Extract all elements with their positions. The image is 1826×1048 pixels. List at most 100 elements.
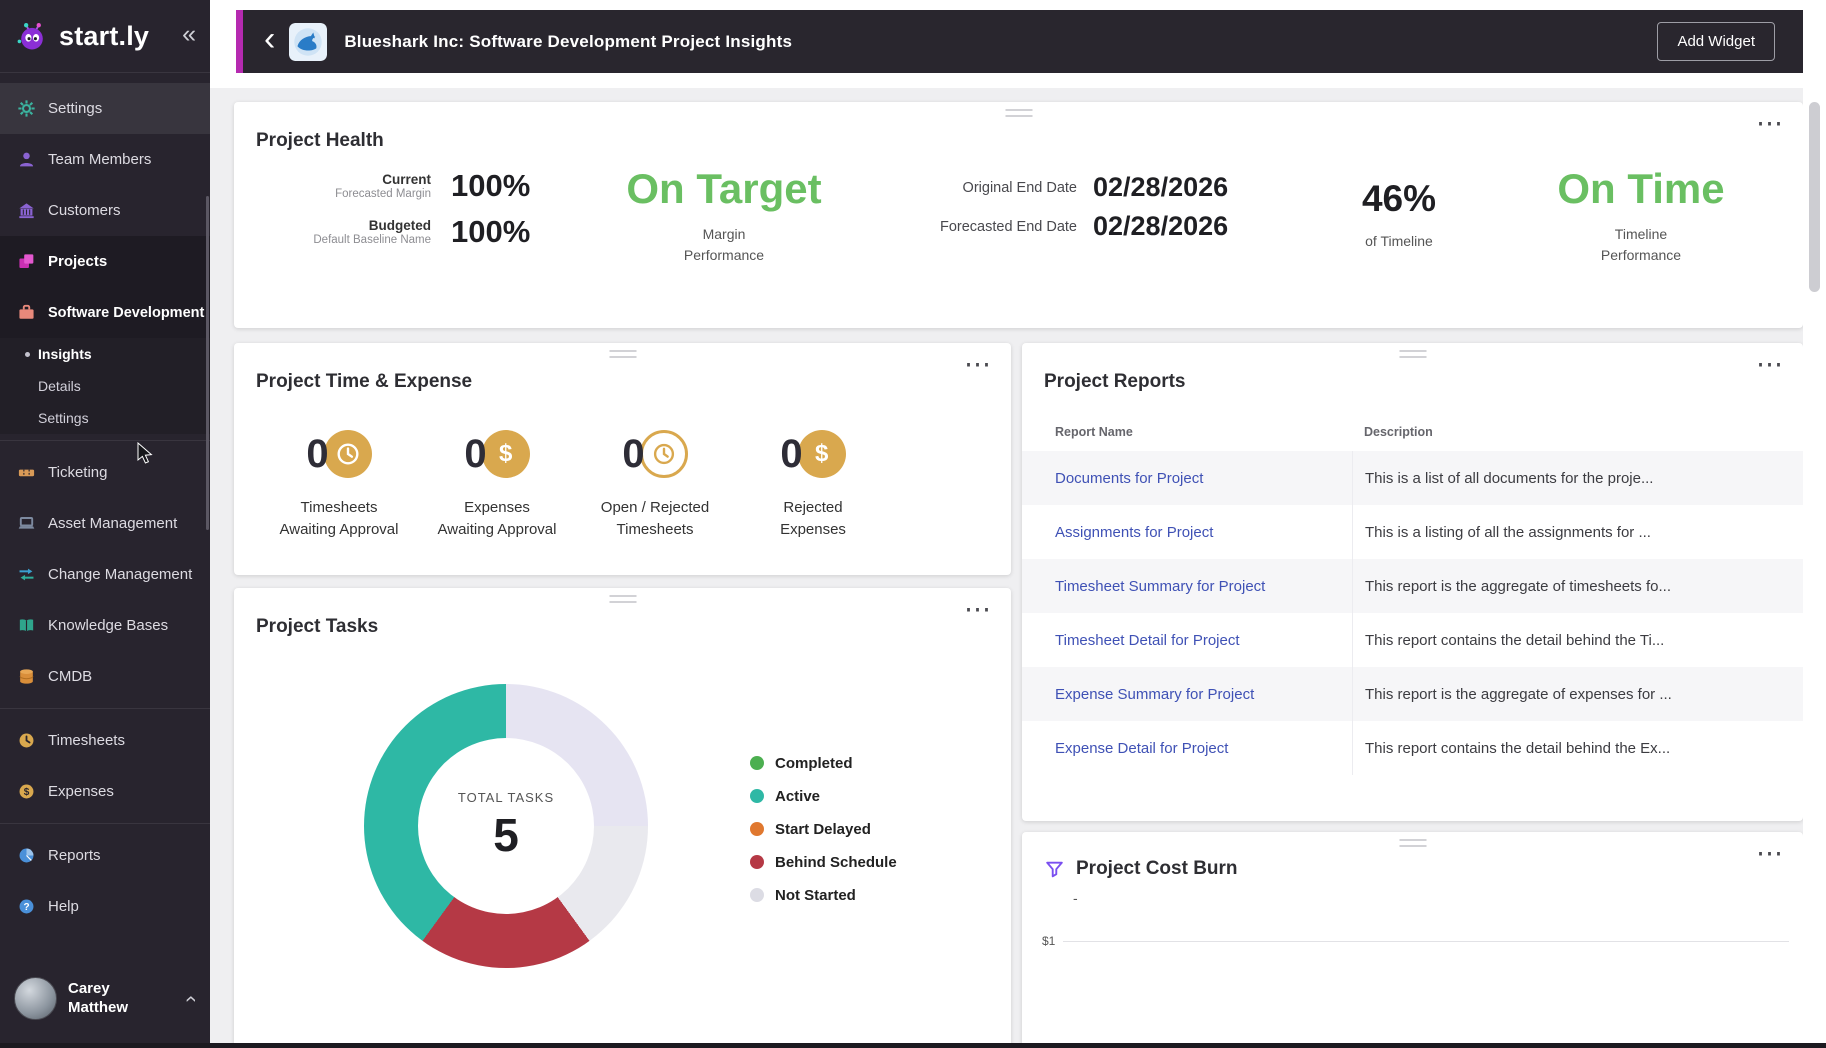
sidebar-subitem-settings[interactable]: Settings — [0, 402, 210, 434]
end-dates: Original End Date 02/28/2026 Forecasted … — [894, 172, 1228, 250]
user-menu[interactable]: Carey Matthew › — [0, 977, 210, 1048]
donut-center-label: TOTAL TASKS — [457, 790, 555, 805]
report-link[interactable]: Timesheet Summary for Project — [1055, 578, 1364, 595]
sidebar-item-change-management[interactable]: Change Management — [0, 549, 210, 600]
metric-value: 100% — [451, 214, 531, 249]
sidebar-scrollbar[interactable] — [206, 196, 209, 530]
drag-handle-icon[interactable] — [609, 595, 636, 603]
sidebar-item-software-development[interactable]: Software Development — [0, 287, 210, 338]
tasks-legend: Completed Active Start Delayed Behind Sc… — [750, 752, 897, 917]
widget-menu-icon[interactable]: ⋯ — [1756, 110, 1783, 137]
sidebar-subitem-insights[interactable]: Insights — [0, 338, 210, 370]
report-link[interactable]: Expense Summary for Project — [1055, 686, 1364, 703]
stat-expenses-awaiting: 0 $ Expenses Awaiting Approval — [422, 427, 572, 541]
percent-caption: of Timeline — [1365, 233, 1433, 249]
sidebar-item-customers[interactable]: Customers — [0, 185, 210, 236]
gear-icon — [16, 99, 36, 119]
window-bottom-edge — [0, 1043, 1826, 1048]
legend-dot — [750, 789, 764, 803]
sidebar-item-knowledge-bases[interactable]: Knowledge Bases — [0, 600, 210, 651]
margin-metrics: Current Forecasted Margin 100% Budgeted … — [260, 168, 530, 260]
sidebar-item-label: Asset Management — [48, 515, 178, 532]
pie-chart-icon — [16, 846, 36, 866]
main-content: ‹ Blueshark Inc: Software Development Pr… — [210, 0, 1803, 1048]
add-widget-button[interactable]: Add Widget — [1657, 22, 1775, 61]
widget-menu-icon[interactable]: ⋯ — [964, 351, 991, 378]
clock-outline-icon — [639, 430, 688, 478]
sidebar-item-label: Customers — [48, 202, 121, 219]
sidebar-subitem-label: Insights — [38, 346, 92, 362]
widget-title: Project Time & Expense — [256, 371, 473, 392]
sidebar-item-projects[interactable]: Projects — [0, 236, 210, 287]
filter-icon[interactable] — [1044, 859, 1065, 880]
sidebar-subitem-label: Settings — [38, 410, 89, 426]
sidebar-item-team-members[interactable]: Team Members — [0, 134, 210, 185]
sidebar-item-timesheets[interactable]: Timesheets — [0, 715, 210, 766]
legend-dot — [750, 855, 764, 869]
svg-text:?: ? — [23, 902, 29, 913]
status-caption: Timeline Performance — [1600, 226, 1682, 263]
scrollbar-thumb[interactable] — [1809, 102, 1820, 292]
time-expense-widget: ⋯ Project Time & Expense 0 Timesheets Aw… — [234, 343, 1011, 575]
sidebar-item-label: Reports — [48, 847, 101, 864]
dollar-icon: $ — [797, 430, 846, 478]
stats-row: 0 Timesheets Awaiting Approval 0 $ Expen… — [264, 427, 888, 541]
header-accent-bar — [236, 10, 243, 73]
metric-sublabel: Forecasted Margin — [335, 188, 431, 201]
date-value: 02/28/2026 — [1093, 172, 1229, 202]
project-health-widget: ⋯ Project Health Current Forecasted Marg… — [234, 102, 1803, 328]
sidebar-item-asset-management[interactable]: Asset Management — [0, 498, 210, 549]
report-link[interactable]: Documents for Project — [1055, 470, 1364, 487]
drag-handle-icon[interactable] — [1005, 109, 1032, 117]
drag-handle-icon[interactable] — [609, 350, 636, 358]
widget-menu-icon[interactable]: ⋯ — [964, 596, 991, 623]
sidebar-item-expenses[interactable]: $ Expenses — [0, 766, 210, 817]
margin-status: On Target Margin Performance — [594, 168, 854, 266]
sidebar-item-help[interactable]: ? Help — [0, 881, 210, 932]
sidebar-item-label: Team Members — [48, 151, 152, 168]
sidebar-item-label: Settings — [48, 100, 103, 117]
table-header: Report Name Description — [1022, 425, 1803, 451]
sidebar-item-reports[interactable]: Reports — [0, 830, 210, 881]
avatar[interactable] — [14, 977, 57, 1020]
drag-handle-icon[interactable] — [1399, 839, 1426, 847]
sidebar-item-ticketing[interactable]: Ticketing — [0, 447, 210, 498]
book-icon — [16, 616, 36, 636]
sidebar-item-cmdb[interactable]: CMDB — [0, 651, 210, 702]
stat-value: 0 — [780, 431, 803, 476]
sidebar-item-label: Projects — [48, 253, 108, 270]
report-description: This is a list of all documents for the … — [1352, 451, 1803, 505]
legend-item-not-started: Not Started — [750, 884, 897, 906]
metric-value: 100% — [451, 168, 531, 203]
widget-menu-icon[interactable]: ⋯ — [1756, 840, 1783, 867]
axis-tick-label: $1 — [1042, 934, 1056, 948]
widget-title: Project Health — [256, 130, 384, 151]
table-row: Expense Detail for Project This report c… — [1022, 721, 1803, 775]
sidebar-item-label: Timesheets — [48, 732, 125, 749]
report-description: This report is the aggregate of timeshee… — [1352, 559, 1803, 613]
widget-menu-icon[interactable]: ⋯ — [1756, 351, 1783, 378]
status-text: On Target — [626, 165, 822, 212]
report-link[interactable]: Expense Detail for Project — [1055, 740, 1364, 757]
metric-label: Budgeted — [368, 217, 431, 233]
back-button[interactable]: ‹ — [264, 22, 275, 56]
legend-dot — [750, 822, 764, 836]
page-scrollbar — [1803, 0, 1826, 1048]
sidebar-item-settings[interactable]: Settings — [0, 83, 210, 134]
sidebar-collapse-button[interactable]: « — [182, 21, 196, 51]
chevron-up-icon[interactable]: › — [179, 995, 203, 1002]
date-value: 02/28/2026 — [1093, 211, 1229, 241]
divider — [0, 440, 210, 441]
stat-rejected-expenses: 0 $ Rejected Expenses — [738, 427, 888, 541]
report-link[interactable]: Timesheet Detail for Project — [1055, 632, 1364, 649]
report-link[interactable]: Assignments for Project — [1055, 524, 1364, 541]
stat-value: 0 — [622, 431, 645, 476]
drag-handle-icon[interactable] — [1399, 350, 1426, 358]
metric-sublabel: Default Baseline Name — [313, 234, 431, 247]
sidebar-subitem-details[interactable]: Details — [0, 370, 210, 402]
date-label: Forecasted End Date — [939, 218, 1077, 235]
svg-text:$: $ — [23, 787, 29, 798]
legend-item-start-delayed: Start Delayed — [750, 818, 897, 840]
active-bullet-icon — [25, 352, 30, 357]
stat-open-rejected-timesheets: 0 Open / Rejected Timesheets — [580, 427, 730, 541]
